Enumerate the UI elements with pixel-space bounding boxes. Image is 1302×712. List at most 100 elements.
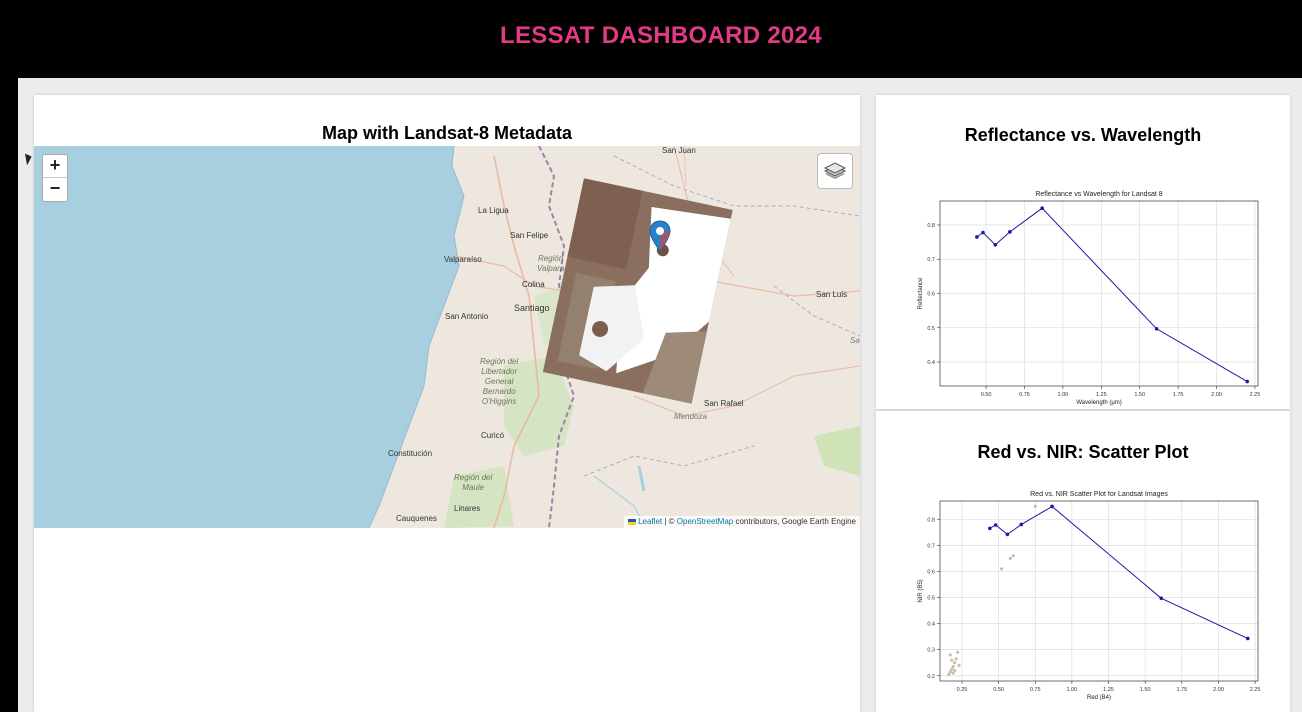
reflectance-heading: Reflectance vs. Wavelength — [964, 125, 1202, 145]
data-point — [1245, 379, 1250, 384]
y-tick-label: 0.7 — [927, 257, 935, 263]
place-santiago: Santiago — [514, 303, 550, 313]
map-marker-icon[interactable] — [649, 220, 671, 252]
region-ohiggins-label: Región del Libertador General Bernardo O'Hig… — [480, 357, 519, 406]
place-cauquenes: Cauquenes — [396, 514, 437, 523]
dashboard-title: LESSAT DASHBOARD 2024 — [500, 22, 822, 49]
app-header: LESSAT DASHBOARD 2024 — [0, 0, 1302, 78]
osm-link[interactable]: OpenStreetMap — [677, 517, 733, 526]
data-point — [1008, 230, 1012, 234]
chart-title: Reflectance vs Wavelength for Landsat 8 — [1035, 191, 1162, 198]
zoom-control: + − — [42, 154, 68, 202]
data-point — [993, 523, 998, 527]
y-tick-label: 0.3 — [927, 648, 935, 654]
scatter-point — [948, 653, 952, 657]
y-tick-label: 0.4 — [927, 622, 935, 628]
x-tick-label: 2.00 — [1213, 687, 1224, 693]
data-point — [1050, 504, 1054, 509]
scatter-point — [999, 567, 1004, 571]
x-tick-label: 1.75 — [1176, 687, 1187, 693]
place-san-felipe: San Felipe — [510, 231, 549, 240]
y-axis-label: Reflectance — [918, 277, 924, 309]
place-constitucion: Constitución — [388, 449, 433, 458]
x-axis-label: Wavelength (μm) — [1076, 400, 1122, 406]
y-tick-label: 0.4 — [927, 360, 935, 366]
x-tick-label: 1.50 — [1140, 687, 1151, 693]
layers-control-button[interactable] — [817, 153, 853, 189]
x-axis-label: Red (B4) — [1087, 695, 1111, 701]
series-line — [989, 505, 1248, 639]
ukraine-flag-icon — [627, 518, 636, 525]
data-point — [1019, 522, 1024, 527]
scatter-point — [950, 658, 954, 662]
scatter-point — [951, 671, 955, 675]
scatter-point — [1033, 504, 1037, 508]
data-point — [1040, 206, 1044, 210]
x-tick-label: 1.00 — [1058, 392, 1069, 398]
data-point — [1159, 596, 1164, 601]
x-tick-label: 1.50 — [1134, 392, 1145, 398]
scatter-point — [1008, 556, 1012, 560]
place-san-rafael: San Rafael — [704, 399, 744, 408]
map-attribution: Leaflet | © OpenStreetMap contributors, … — [623, 516, 860, 528]
map-title: Map with Landsat-8 Metadata — [321, 123, 573, 143]
place-mendoza: Mendoza — [674, 412, 707, 421]
leaflet-map[interactable]: San Juan La Ligua San Felipe Valparaíso … — [34, 146, 860, 528]
scatter-point — [1011, 554, 1015, 558]
scatter-heading: Red vs. NIR: Scatter Plot — [977, 442, 1189, 462]
scatter-point — [955, 650, 960, 654]
y-tick-label: 0.6 — [927, 569, 935, 575]
x-tick-label: 1.75 — [1173, 392, 1184, 398]
scatter-chart: Red vs. NIR Scatter Plot for Landsat Ima… — [918, 491, 1261, 701]
y-tick-label: 0.5 — [927, 596, 935, 602]
place-valparaiso: Valparaíso — [444, 255, 482, 264]
reflectance-card: Reflectance vs. Wavelength Reflectance v… — [876, 95, 1290, 409]
data-point — [981, 230, 985, 235]
plot-frame — [939, 500, 1259, 682]
reflectance-chart: Reflectance vs Wavelength for Landsat 8 0… — [918, 191, 1261, 406]
y-tick-label: 0.2 — [927, 674, 935, 680]
x-tick-label: 0.75 — [1019, 392, 1030, 398]
x-tick-label: 2.25 — [1250, 392, 1261, 398]
dashboard-body: Map with Landsat-8 Metadata San Juan La … — [18, 78, 1302, 712]
data-point — [988, 526, 992, 531]
region-valparaiso-label: Región Valpara — [537, 254, 565, 273]
y-tick-label: 0.7 — [927, 543, 935, 549]
y-tick-label: 0.8 — [927, 517, 935, 523]
chart-title: Red vs. NIR Scatter Plot for Landsat Ima… — [1030, 491, 1168, 498]
leaflet-link[interactable]: Leaflet — [638, 517, 662, 526]
x-tick-label: 0.50 — [981, 392, 992, 398]
place-san-luis: San Luis — [816, 290, 848, 299]
scatter-card: Red vs. NIR: Scatter Plot Red vs. NIR Sc… — [876, 411, 1290, 712]
x-tick-label: 0.75 — [1030, 687, 1041, 693]
data-point — [1245, 636, 1250, 641]
x-tick-label: 2.25 — [1250, 687, 1261, 693]
data-point — [975, 235, 979, 239]
x-tick-label: 2.00 — [1211, 392, 1222, 398]
place-san-antonio: San Antonio — [445, 312, 489, 321]
map-base-tiles — [34, 146, 860, 528]
place-colina: Colina — [522, 280, 545, 289]
data-point — [1154, 326, 1159, 331]
x-tick-label: 0.50 — [993, 687, 1004, 693]
zoom-out-button[interactable]: − — [43, 178, 67, 200]
x-tick-label: 0.25 — [957, 687, 968, 693]
zoom-in-button[interactable]: + — [43, 155, 67, 178]
y-axis-label: NIR (B5) — [918, 579, 924, 602]
scatter-point — [957, 663, 961, 667]
scatter-point — [951, 665, 955, 669]
place-curico: Curicó — [481, 431, 505, 440]
x-tick-label: 1.25 — [1096, 392, 1107, 398]
scatter-point — [954, 657, 958, 661]
layers-icon — [823, 162, 847, 179]
place-san-juan: San Juan — [662, 146, 696, 155]
data-point — [1005, 532, 1010, 537]
y-tick-label: 0.8 — [927, 223, 935, 229]
scatter-point — [953, 661, 957, 665]
map-card: Map with Landsat-8 Metadata San Juan La … — [34, 95, 860, 712]
region-maule-label: Región del Maule — [454, 473, 493, 492]
y-tick-label: 0.6 — [927, 292, 935, 298]
data-point — [993, 243, 998, 247]
y-tick-label: 0.5 — [927, 326, 935, 332]
place-linares: Linares — [454, 504, 481, 513]
